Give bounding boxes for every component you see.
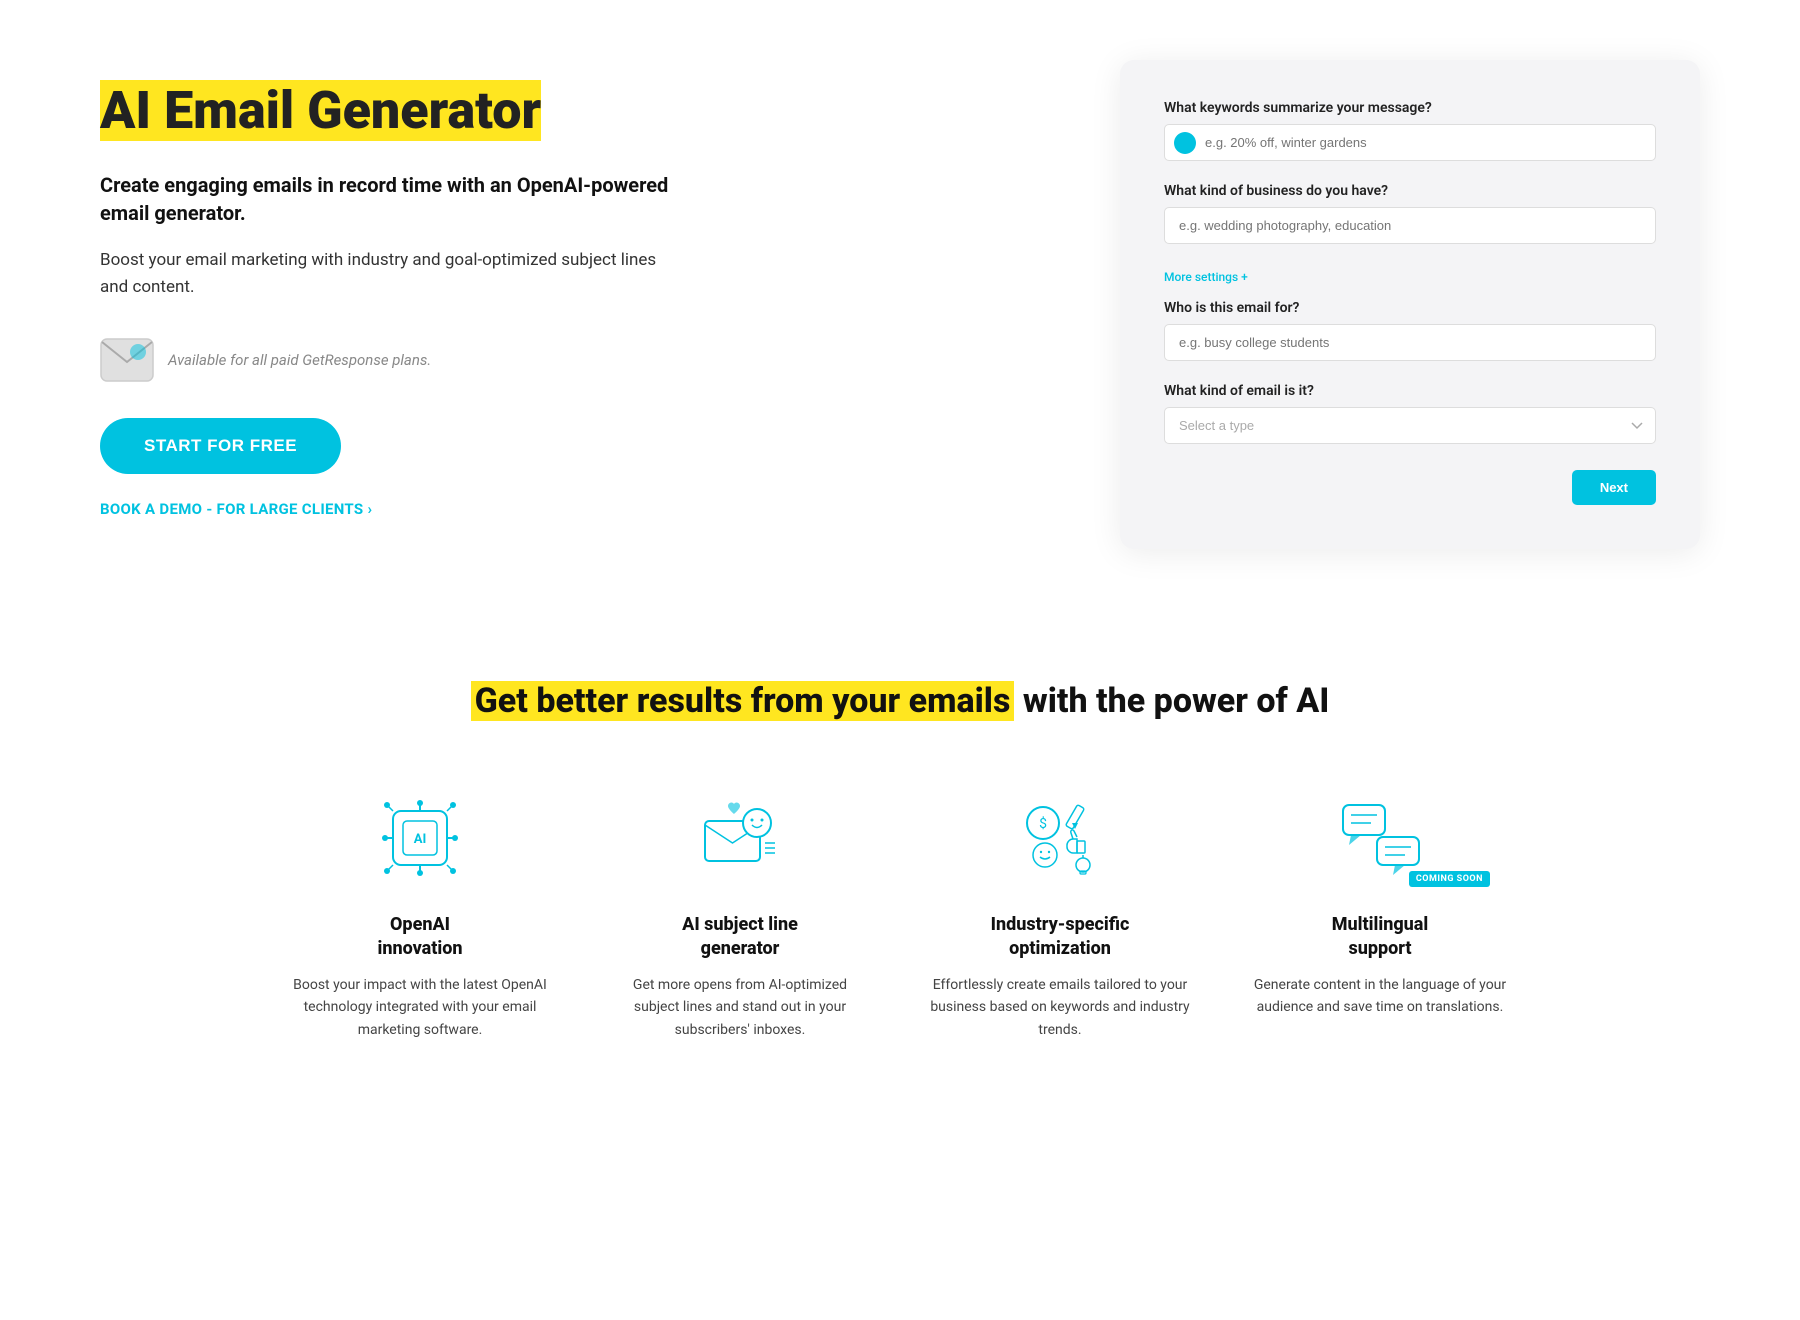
hero-badge: Available for all paid GetResponse plans… (100, 338, 680, 382)
blue-dot-decoration (1174, 132, 1196, 154)
openai-icon-area: AI (290, 783, 550, 893)
form-card: What keywords summarize your message? Wh… (1120, 60, 1700, 549)
next-button[interactable]: Next (1572, 470, 1656, 505)
business-type-input[interactable] (1164, 207, 1656, 244)
badge-text: Available for all paid GetResponse plans… (168, 351, 431, 369)
keywords-input-wrap (1164, 124, 1656, 161)
audience-group: Who is this email for? (1164, 300, 1656, 361)
industry-icon: $ (1015, 793, 1105, 883)
multilingual-desc: Generate content in the language of your… (1250, 974, 1510, 1019)
email-type-group: What kind of email is it? Select a type … (1164, 383, 1656, 444)
email-icon (100, 338, 154, 382)
coming-soon-badge: COMING SOON (1409, 871, 1490, 887)
openai-desc: Boost your impact with the latest OpenAI… (290, 974, 550, 1041)
more-settings-link[interactable]: More settings + (1164, 270, 1248, 284)
feature-subject-line: AI subject linegenerator Get more opens … (600, 783, 880, 1041)
audience-input[interactable] (1164, 324, 1656, 361)
audience-label: Who is this email for? (1164, 300, 1656, 316)
subject-line-icon-area (610, 783, 870, 893)
title-rest: with the power of AI (1014, 681, 1329, 721)
keywords-group: What keywords summarize your message? (1164, 100, 1656, 161)
hero-section: AI Email Generator Create engaging email… (0, 0, 1800, 609)
feature-industry: $ (920, 783, 1200, 1041)
svg-text:AI: AI (414, 832, 427, 847)
multilingual-icon (1335, 793, 1425, 883)
section-title: Get better results from your emails with… (60, 679, 1740, 723)
hero-title: AI Email Generator (100, 80, 541, 141)
hero-subtitle: Create engaging emails in record time wi… (100, 171, 680, 227)
business-type-group: What kind of business do you have? (1164, 183, 1656, 244)
keywords-label: What keywords summarize your message? (1164, 100, 1656, 116)
email-type-select[interactable]: Select a type Newsletter Promotional Wel… (1164, 407, 1656, 444)
openai-title: OpenAIinnovation (290, 913, 550, 960)
multilingual-title: Multilingualsupport (1250, 913, 1510, 960)
subject-line-title: AI subject linegenerator (610, 913, 870, 960)
features-grid: AI (200, 783, 1600, 1041)
feature-openai: AI (280, 783, 560, 1041)
industry-desc: Effortlessly create emails tailored to y… (930, 974, 1190, 1041)
start-for-free-button[interactable]: START FOR FREE (100, 418, 341, 474)
hero-description: Boost your email marketing with industry… (100, 247, 680, 301)
subject-line-icon (695, 793, 785, 883)
keywords-input[interactable] (1164, 124, 1656, 161)
openai-icon: AI (375, 793, 465, 883)
svg-text:$: $ (1039, 815, 1047, 832)
email-type-label: What kind of email is it? (1164, 383, 1656, 399)
hero-left: AI Email Generator Create engaging email… (100, 60, 680, 518)
subject-line-desc: Get more opens from AI-optimized subject… (610, 974, 870, 1041)
title-highlighted: Get better results from your emails (471, 681, 1015, 721)
results-section: Get better results from your emails with… (0, 609, 1800, 1121)
feature-multilingual: COMING SOON Multilingualsupport Generate… (1240, 783, 1520, 1041)
industry-title: Industry-specificoptimization (930, 913, 1190, 960)
multilingual-icon-area: COMING SOON (1250, 783, 1510, 893)
business-type-label: What kind of business do you have? (1164, 183, 1656, 199)
hero-right: What keywords summarize your message? Wh… (1120, 60, 1700, 549)
industry-icon-area: $ (930, 783, 1190, 893)
book-demo-link[interactable]: BOOK A DEMO - FOR LARGE CLIENTS › (100, 500, 680, 518)
